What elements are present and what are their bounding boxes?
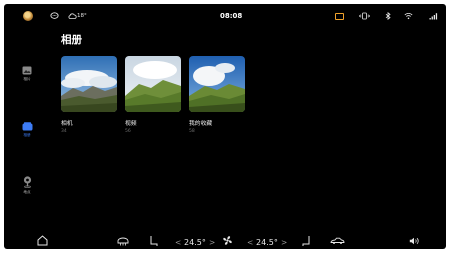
avatar[interactable] <box>23 11 33 21</box>
album-count: 34 <box>61 129 67 134</box>
car-screen: 18° 08:08 相册 相片 相册 地点 相机 34 视频 56 我的收藏 5… <box>4 4 446 249</box>
album-name: 我的收藏 <box>189 121 213 127</box>
sidebar-item-places[interactable]: 地点 <box>18 176 36 195</box>
album-thumbnail <box>189 56 245 112</box>
weather-icon <box>68 13 77 19</box>
album-card-favorites[interactable]: 我的收藏 58 <box>189 56 245 134</box>
weather-temperature: 18° <box>77 13 87 19</box>
seat-right-icon[interactable] <box>302 235 311 247</box>
wifi-icon[interactable] <box>404 12 413 20</box>
car-icon[interactable] <box>330 237 345 245</box>
temp-right: 24.5° <box>256 238 278 247</box>
volume-icon[interactable] <box>409 237 420 245</box>
signal-icon <box>429 13 438 20</box>
album-card-camera[interactable]: 相机 34 <box>61 56 117 134</box>
sidebar-item-label: 地点 <box>23 190 31 194</box>
sidebar-item-label: 相册 <box>23 133 31 137</box>
dashcam-icon[interactable] <box>335 13 344 20</box>
album-icon <box>22 122 32 131</box>
temp-left: 24.5° <box>184 238 206 247</box>
clock: 08:08 <box>220 12 243 20</box>
status-bar: 18° 08:08 <box>4 4 446 26</box>
bluetooth-icon[interactable] <box>385 12 391 20</box>
vibrate-icon[interactable] <box>359 12 370 20</box>
fan-icon[interactable] <box>222 235 233 246</box>
photo-icon <box>22 66 32 75</box>
bottom-dock: < 24.5° > < 24.5° > <box>4 232 446 249</box>
album-thumbnail <box>125 56 181 112</box>
temp-left-decrease[interactable]: < <box>175 238 181 247</box>
album-thumbnail <box>61 56 117 112</box>
temp-right-decrease[interactable]: < <box>247 238 253 247</box>
album-name: 视频 <box>125 121 137 127</box>
rear-defrost-icon[interactable] <box>117 237 129 246</box>
messages-icon[interactable] <box>50 12 59 20</box>
location-icon <box>23 176 31 188</box>
album-count: 56 <box>125 129 131 134</box>
sidebar-item-albums[interactable]: 相册 <box>18 122 36 138</box>
temp-right-increase[interactable]: > <box>281 238 287 247</box>
album-count: 58 <box>189 129 195 134</box>
temp-left-increase[interactable]: > <box>209 238 215 247</box>
album-card-videos[interactable]: 视频 56 <box>125 56 181 134</box>
album-name: 相机 <box>61 121 73 127</box>
home-icon[interactable] <box>37 235 48 246</box>
sidebar-item-photos[interactable]: 相片 <box>18 66 36 82</box>
seat-left-icon[interactable] <box>149 235 158 247</box>
sidebar-item-label: 相片 <box>23 77 31 81</box>
page-title: 相册 <box>61 34 82 46</box>
